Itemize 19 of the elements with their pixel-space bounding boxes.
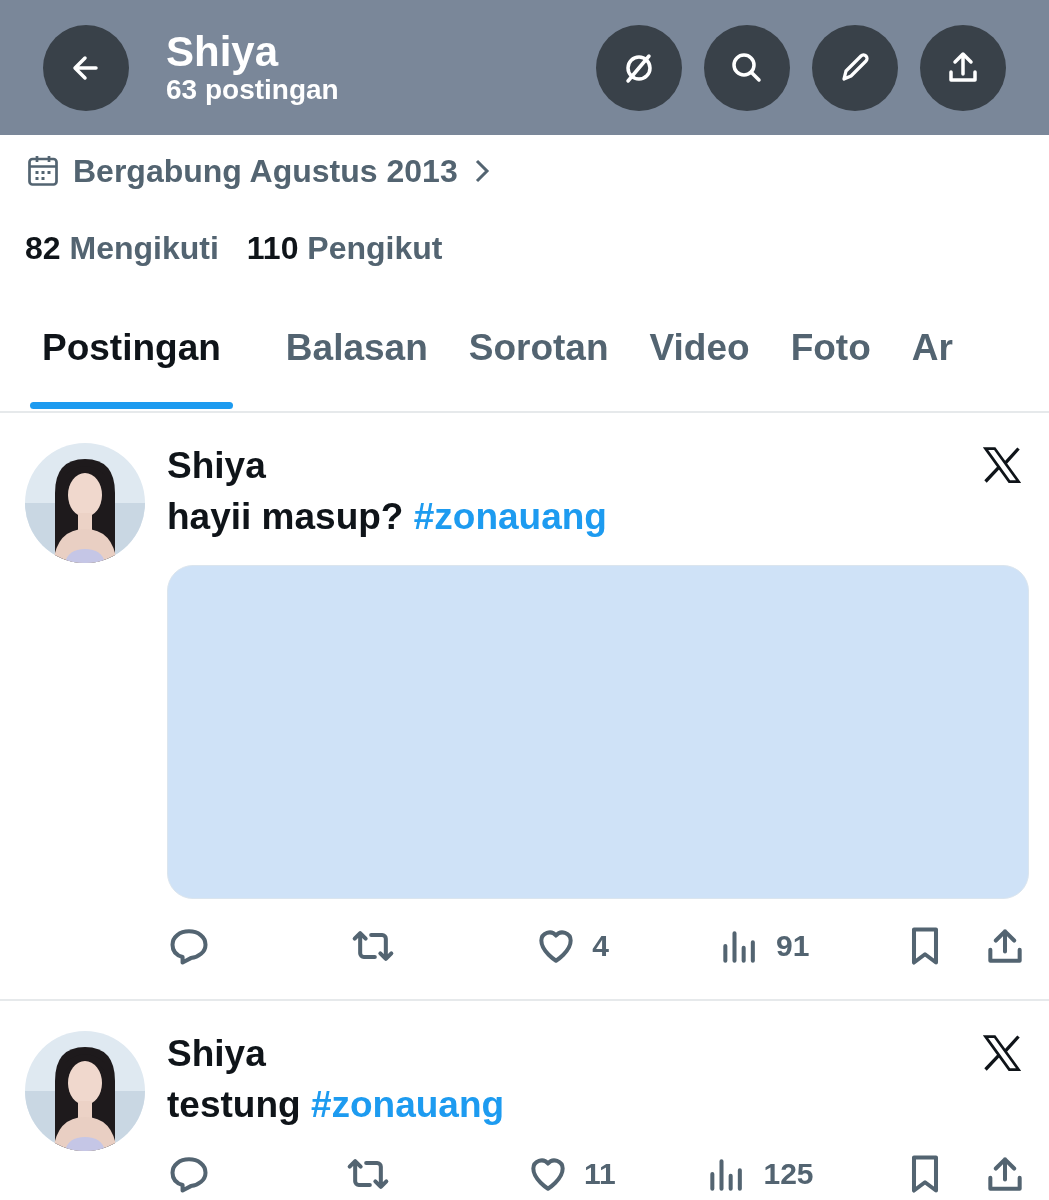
tab[interactable]: Ar bbox=[903, 291, 961, 411]
author-name: Shiya bbox=[167, 445, 266, 487]
joined-date: Bergabung Agustus 2013 bbox=[73, 152, 458, 190]
profile-name: Shiya bbox=[166, 29, 279, 74]
author-name: Shiya bbox=[167, 1033, 266, 1075]
calendar-icon bbox=[25, 153, 61, 189]
follow-stat[interactable]: 82 Mengikuti bbox=[25, 229, 219, 267]
like-count: 11 bbox=[583, 1157, 616, 1191]
view-count: 91 bbox=[775, 929, 810, 963]
tab[interactable]: Sorotan bbox=[460, 291, 617, 411]
like-count: 4 bbox=[592, 929, 609, 963]
post-text: testung #zonauang bbox=[167, 1083, 506, 1127]
post-text: hayii masup? #zonauang bbox=[167, 495, 608, 539]
tab[interactable]: Postingan bbox=[30, 291, 233, 411]
view-count: 125 bbox=[763, 1157, 814, 1191]
tab[interactable]: Balasan bbox=[277, 291, 436, 411]
follow-stat[interactable]: 110 Pengikut bbox=[246, 229, 443, 267]
tab[interactable]: Video bbox=[641, 291, 758, 411]
tab[interactable]: Foto bbox=[782, 291, 879, 411]
